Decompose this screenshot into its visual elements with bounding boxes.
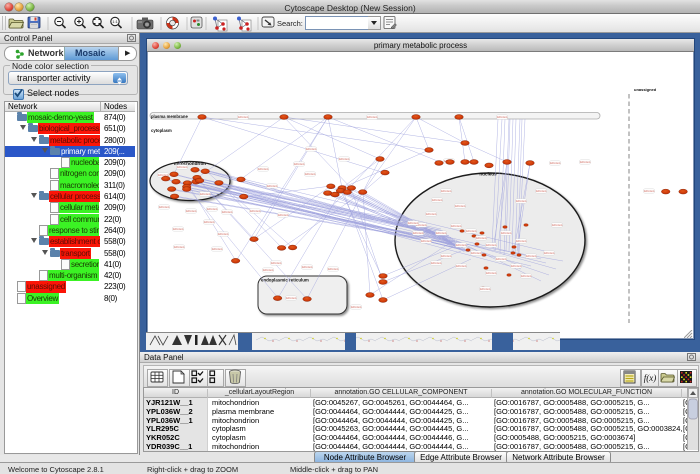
svg-text:GO:nnnn: GO:nnnn [200, 192, 211, 196]
svg-text:GO:nnnn: GO:nnnn [174, 245, 185, 249]
svg-text:GO:nnnn: GO:nnnn [526, 254, 537, 258]
svg-text:GO:nnnn: GO:nnnn [466, 229, 477, 233]
svg-text:GO:nnnn: GO:nnnn [302, 265, 313, 269]
svg-text:GO:nnnn: GO:nnnn [218, 232, 229, 236]
svg-text:GO:nnnn: GO:nnnn [258, 167, 269, 171]
svg-text:GO:nnnn: GO:nnnn [305, 172, 316, 176]
svg-text:GO:nnnn: GO:nnnn [441, 189, 452, 193]
svg-text:GO:nnnn: GO:nnnn [426, 212, 437, 216]
svg-text:GO:nnnn: GO:nnnn [436, 231, 447, 235]
svg-text:nucleus: nucleus [479, 172, 497, 177]
svg-text:GO:nnnn: GO:nnnn [271, 261, 282, 265]
svg-text:GO:nnnn: GO:nnnn [580, 160, 591, 164]
svg-text:GO:nnnn: GO:nnnn [550, 161, 561, 165]
svg-text:GO:nnnn: GO:nnnn [204, 220, 215, 224]
svg-text:plasma membrane: plasma membrane [151, 114, 188, 119]
svg-text:GO:nnnn: GO:nnnn [544, 251, 555, 255]
svg-text:GO:nnnn: GO:nnnn [278, 213, 289, 217]
svg-text:GO:nnnn: GO:nnnn [516, 199, 527, 203]
svg-text:GO:nnnn: GO:nnnn [408, 221, 419, 225]
svg-text:GO:nnnn: GO:nnnn [497, 115, 508, 119]
svg-text:GO:nnnn: GO:nnnn [328, 267, 339, 271]
svg-text:GO:nnnn: GO:nnnn [501, 231, 512, 235]
svg-text:GO:nnnn: GO:nnnn [471, 251, 482, 255]
svg-text:GO:nnnn: GO:nnnn [516, 239, 527, 243]
svg-text:GO:nnnn: GO:nnnn [267, 184, 278, 188]
svg-text:GO:nnnn: GO:nnnn [306, 147, 317, 151]
svg-text:GO:nnnn: GO:nnnn [286, 296, 297, 300]
svg-text:GO:nnnn: GO:nnnn [456, 264, 467, 268]
svg-text:GO:nnnn: GO:nnnn [186, 209, 197, 213]
svg-text:GO:nnnn: GO:nnnn [451, 224, 462, 228]
svg-text:GO:nnnn: GO:nnnn [250, 209, 261, 213]
svg-text:GO:nnnn: GO:nnnn [496, 257, 507, 261]
svg-text:GO:nnnn: GO:nnnn [263, 268, 274, 272]
svg-text:GO:nnnn: GO:nnnn [486, 271, 497, 275]
svg-text:GO:nnnn: GO:nnnn [644, 189, 655, 193]
svg-text:GO:nnnn: GO:nnnn [511, 264, 522, 268]
svg-text:endoplasmic reticulum: endoplasmic reticulum [261, 278, 309, 283]
svg-text:GO:nnnn: GO:nnnn [536, 189, 547, 193]
svg-text:GO:nnnn: GO:nnnn [432, 198, 443, 202]
svg-text:GO:nnnn: GO:nnnn [173, 227, 184, 231]
svg-text:GO:nnnn: GO:nnnn [339, 157, 350, 161]
svg-text:GO:nnnn: GO:nnnn [456, 243, 467, 247]
svg-text:GO:nnnn: GO:nnnn [480, 287, 491, 291]
svg-text:GO:nnnn: GO:nnnn [367, 115, 378, 119]
svg-text:GO:nnnn: GO:nnnn [294, 162, 305, 166]
svg-text:GO:nnnn: GO:nnnn [421, 239, 432, 243]
svg-text:GO:nnnn: GO:nnnn [552, 223, 563, 227]
svg-text:GO:nnnn: GO:nnnn [159, 205, 170, 209]
svg-text:GO:nnnn: GO:nnnn [212, 247, 223, 251]
svg-text:GO:nnnn: GO:nnnn [521, 274, 532, 278]
svg-text:GO:nnnn: GO:nnnn [207, 207, 218, 211]
svg-text:GO:nnnn: GO:nnnn [177, 165, 188, 169]
svg-text:GO:nnnn: GO:nnnn [486, 243, 497, 247]
svg-text:GO:nnnn: GO:nnnn [222, 210, 233, 214]
svg-text:GO:nnnn: GO:nnnn [431, 261, 442, 265]
svg-text:GO:nnnn: GO:nnnn [455, 204, 466, 208]
svg-text:f(x): f(x) [644, 373, 657, 383]
svg-text:GO:nnnn: GO:nnnn [476, 236, 487, 240]
svg-text:GO:nnnn: GO:nnnn [238, 115, 249, 119]
svg-text:cytoplasm: cytoplasm [151, 128, 172, 133]
svg-text:unassigned: unassigned [634, 87, 657, 92]
svg-text:GO:nnnn: GO:nnnn [413, 231, 424, 235]
svg-text:GO:nnnn: GO:nnnn [351, 305, 362, 309]
svg-text:1:1: 1:1 [112, 19, 118, 24]
svg-text:GO:nnnn: GO:nnnn [441, 254, 452, 258]
